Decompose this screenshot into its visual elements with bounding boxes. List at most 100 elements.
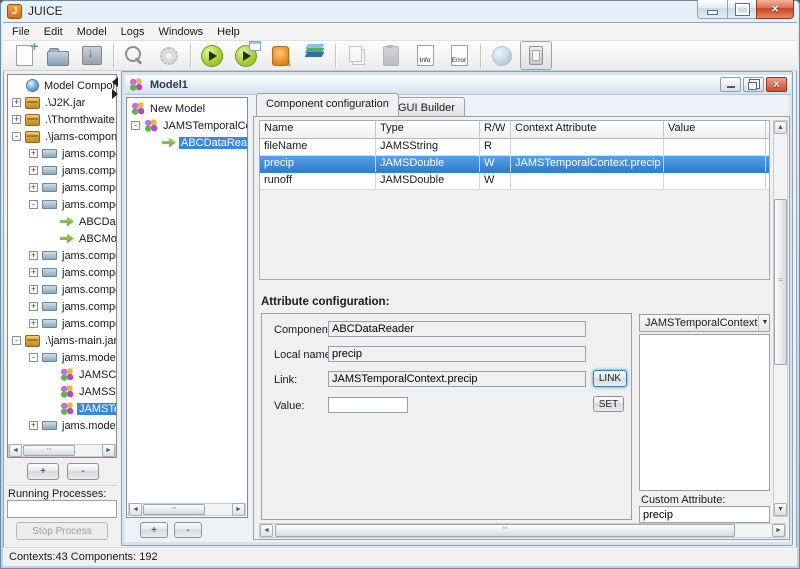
tree-expander[interactable]: + — [29, 285, 38, 294]
context-dropdown[interactable]: JAMSTemporalContext ▼ — [639, 314, 770, 332]
tree-item[interactable]: ABCMode — [8, 230, 116, 247]
table-row[interactable]: precipJAMSDoubleWJAMSTemporalContext.pre… — [260, 156, 769, 173]
tab-component-configuration[interactable]: Component configuration — [256, 93, 399, 116]
splitter-collapse-left-arrow[interactable] — [112, 77, 118, 87]
scroll-right-arrow[interactable]: ► — [772, 524, 785, 537]
running-processes-list[interactable] — [7, 500, 117, 518]
frame-restore-button[interactable] — [743, 77, 764, 92]
tree-expander[interactable]: + — [12, 115, 21, 124]
scrollbar-thumb[interactable]: ''' — [143, 504, 205, 515]
tree-expander[interactable]: - — [131, 121, 140, 130]
tree-item[interactable]: +jams.compon — [8, 162, 116, 179]
tree-item[interactable]: ABCData — [8, 213, 116, 230]
tree-expander[interactable]: - — [29, 200, 38, 209]
menu-item-model[interactable]: Model — [70, 24, 114, 40]
menu-item-windows[interactable]: Windows — [152, 24, 211, 40]
scroll-left-arrow[interactable]: ◄ — [129, 503, 142, 516]
tree-item[interactable]: -.\jams-main.jar — [8, 332, 116, 349]
panel-hscrollbar[interactable]: ◄ ► ''' — [259, 523, 786, 538]
gis-view-button[interactable] — [298, 41, 330, 70]
component-add-button[interactable]: + — [27, 463, 59, 480]
scroll-up-arrow[interactable]: ▲ — [774, 121, 787, 134]
minimize-button[interactable] — [697, 0, 728, 19]
tree-item[interactable]: JAMSTem — [8, 400, 116, 417]
open-model-button[interactable] — [42, 41, 74, 70]
tree-item[interactable]: -jams.compon — [8, 196, 116, 213]
tree-item[interactable]: +jams.compon — [8, 247, 116, 264]
model-tree-hscrollbar[interactable]: ◄ ► ''' — [128, 503, 246, 516]
frame-minimize-button[interactable] — [720, 77, 741, 92]
tree-expander[interactable]: + — [12, 98, 21, 107]
column-header[interactable]: Type — [376, 121, 480, 138]
menu-item-help[interactable]: Help — [210, 24, 247, 40]
tab-gui-builder[interactable]: GUI Builder — [388, 97, 465, 116]
web-button[interactable] — [486, 41, 518, 70]
tree-expander[interactable]: + — [29, 251, 38, 260]
maximize-button[interactable] — [728, 0, 756, 19]
tree-item[interactable]: +jams.compon — [8, 315, 116, 332]
new-model-button[interactable] — [8, 41, 40, 70]
scroll-right-arrow[interactable]: ► — [232, 503, 245, 516]
value-field[interactable] — [328, 397, 408, 413]
link-button[interactable]: LINK — [593, 370, 627, 387]
component-remove-button[interactable]: - — [67, 463, 99, 480]
column-header[interactable]: Context Attribute — [511, 121, 664, 138]
tree-expander[interactable]: + — [29, 149, 38, 158]
close-button[interactable]: × — [756, 0, 794, 19]
scroll-left-arrow[interactable]: ◄ — [9, 444, 22, 457]
error-log-button[interactable]: Error — [443, 41, 475, 70]
tree-expander[interactable]: + — [29, 268, 38, 277]
tree-item[interactable]: JAMSCon — [8, 366, 116, 383]
tree-item[interactable]: +jams.compon — [8, 298, 116, 315]
preferences-button[interactable] — [153, 41, 185, 70]
table-row[interactable]: fileNameJAMSStringR — [260, 139, 769, 156]
tree-expander[interactable]: + — [29, 183, 38, 192]
menu-item-logs[interactable]: Logs — [114, 24, 152, 40]
tree-item[interactable]: ABCDataReader — [127, 134, 247, 151]
tree-expander[interactable]: + — [29, 302, 38, 311]
column-header[interactable]: Value — [664, 121, 766, 138]
column-header[interactable]: R/W — [480, 121, 511, 138]
tree-item[interactable]: Model Components — [8, 77, 116, 94]
set-button[interactable]: SET — [593, 396, 624, 412]
tree-item[interactable]: +.\Thornthwaite.ja — [8, 111, 116, 128]
components-tree-hscrollbar[interactable]: ◄ ► ''' — [8, 444, 116, 457]
tree-item[interactable]: New Model — [127, 100, 247, 117]
stop-process-button[interactable]: Stop Process — [16, 522, 108, 540]
tree-item[interactable]: +jams.model.c — [8, 417, 116, 434]
tree-expander[interactable]: - — [12, 336, 21, 345]
tree-item[interactable]: JAMSSpa — [8, 383, 116, 400]
scrollbar-thumb[interactable]: ''' — [275, 524, 735, 537]
tree-expander[interactable]: - — [12, 132, 21, 141]
context-attribute-list[interactable] — [639, 334, 770, 491]
model-output-button[interactable] — [264, 41, 296, 70]
scroll-right-arrow[interactable]: ► — [102, 444, 115, 457]
device-button[interactable] — [520, 41, 552, 70]
info-log-button[interactable]: Info — [409, 41, 441, 70]
tree-expander[interactable]: + — [29, 166, 38, 175]
run-model-button[interactable] — [196, 41, 228, 70]
scroll-down-arrow[interactable]: ▼ — [774, 503, 787, 516]
save-model-button[interactable] — [76, 41, 108, 70]
tree-item[interactable]: +jams.compon — [8, 264, 116, 281]
run-model-gui-button[interactable] — [230, 41, 262, 70]
table-row[interactable]: runoffJAMSDoubleW — [260, 173, 769, 190]
tree-expander[interactable]: + — [29, 421, 38, 430]
frame-close-button[interactable]: × — [766, 77, 787, 92]
menu-item-edit[interactable]: Edit — [37, 24, 70, 40]
tree-item[interactable]: +jams.compon — [8, 179, 116, 196]
scrollbar-thumb[interactable]: ''' — [23, 445, 75, 456]
splitter-collapse-right-arrow[interactable] — [112, 89, 118, 99]
title-bar[interactable]: J JUICE × — [0, 0, 800, 22]
tree-item[interactable]: +jams.compon — [8, 145, 116, 162]
custom-attribute-field[interactable] — [639, 506, 770, 523]
search-components-button[interactable] — [119, 41, 151, 70]
column-header[interactable]: Name — [260, 121, 376, 138]
copy-button[interactable] — [341, 41, 373, 70]
tree-item[interactable]: -JAMSTemporalContext — [127, 117, 247, 134]
model-add-button[interactable]: + — [140, 522, 168, 538]
tree-item[interactable]: -.\jams-componen — [8, 128, 116, 145]
paste-button[interactable] — [375, 41, 407, 70]
tree-expander[interactable]: - — [29, 353, 38, 362]
tree-item[interactable]: +jams.compon — [8, 281, 116, 298]
